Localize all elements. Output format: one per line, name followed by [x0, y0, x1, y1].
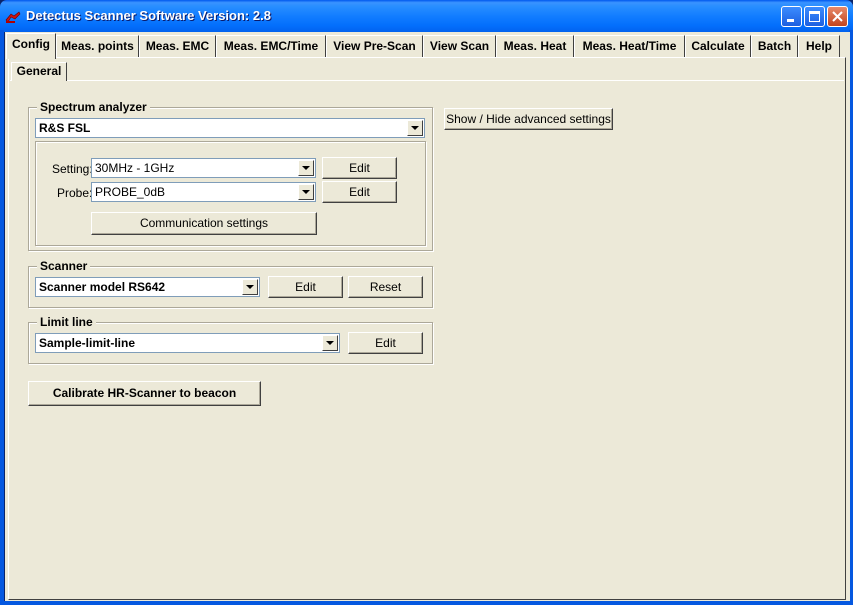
title-bar[interactable]: Detectus Scanner Software Version: 2.8: [0, 0, 853, 32]
setting-label: Setting:: [52, 162, 93, 176]
tab-view-scan[interactable]: View Scan: [423, 35, 496, 57]
tab-meas-emc-time[interactable]: Meas. EMC/Time: [216, 35, 326, 57]
chevron-down-icon[interactable]: [298, 184, 314, 200]
spectrum-analyzer-value: R&S FSL: [39, 121, 91, 135]
calibrate-button[interactable]: Calibrate HR-Scanner to beacon: [28, 381, 261, 406]
scanner-select[interactable]: Scanner model RS642: [35, 277, 260, 297]
spectrum-analyzer-label: Spectrum analyzer: [37, 100, 150, 114]
scanner-label: Scanner: [37, 259, 91, 273]
tab-view-pre-scan[interactable]: View Pre-Scan: [326, 35, 423, 57]
probe-value: PROBE_0dB: [95, 185, 166, 199]
setting-select[interactable]: 30MHz - 1GHz: [91, 158, 316, 178]
setting-edit-button[interactable]: Edit: [322, 157, 397, 179]
tab-meas-heat-time[interactable]: Meas. Heat/Time: [574, 35, 685, 57]
probe-select[interactable]: PROBE_0dB: [91, 182, 316, 202]
probe-label: Probe:: [57, 186, 93, 200]
limit-line-select[interactable]: Sample-limit-line: [35, 333, 340, 353]
tab-meas-heat[interactable]: Meas. Heat: [496, 35, 574, 57]
tab-help[interactable]: Help: [798, 35, 840, 57]
window-frame-bottom: [0, 601, 853, 605]
close-icon: [832, 11, 843, 22]
show-hide-advanced-button[interactable]: Show / Hide advanced settings: [444, 108, 613, 130]
minimize-icon: [787, 19, 794, 22]
tab-config[interactable]: Config: [6, 33, 56, 59]
chevron-down-icon[interactable]: [322, 335, 338, 351]
probe-edit-button[interactable]: Edit: [322, 181, 397, 203]
maximize-button[interactable]: [804, 6, 825, 27]
tab-calculate[interactable]: Calculate: [685, 35, 751, 57]
chevron-down-icon[interactable]: [407, 120, 423, 136]
limit-line-edit-button[interactable]: Edit: [348, 332, 423, 354]
scanner-value: Scanner model RS642: [39, 280, 166, 294]
tab-batch[interactable]: Batch: [751, 35, 798, 57]
scanner-reset-button[interactable]: Reset: [348, 276, 423, 298]
limit-line-label: Limit line: [37, 315, 96, 329]
tab-meas-points[interactable]: Meas. points: [56, 35, 139, 57]
spectrum-analyzer-select[interactable]: R&S FSL: [35, 118, 425, 138]
chevron-down-icon[interactable]: [298, 160, 314, 176]
tab-meas-emc[interactable]: Meas. EMC: [139, 35, 216, 57]
maximize-icon: [809, 11, 820, 22]
window-title: Detectus Scanner Software Version: 2.8: [26, 8, 271, 23]
chevron-down-icon[interactable]: [242, 279, 258, 295]
close-button[interactable]: [827, 6, 848, 27]
scanner-edit-button[interactable]: Edit: [268, 276, 343, 298]
red-scanner-icon: [5, 9, 21, 25]
app-window: Detectus Scanner Software Version: 2.8 C…: [0, 0, 853, 605]
setting-value: 30MHz - 1GHz: [95, 161, 175, 175]
subtab-general[interactable]: General: [11, 62, 67, 81]
minimize-button[interactable]: [781, 6, 802, 27]
communication-settings-button[interactable]: Communication settings: [91, 212, 317, 235]
limit-line-value: Sample-limit-line: [39, 336, 136, 350]
